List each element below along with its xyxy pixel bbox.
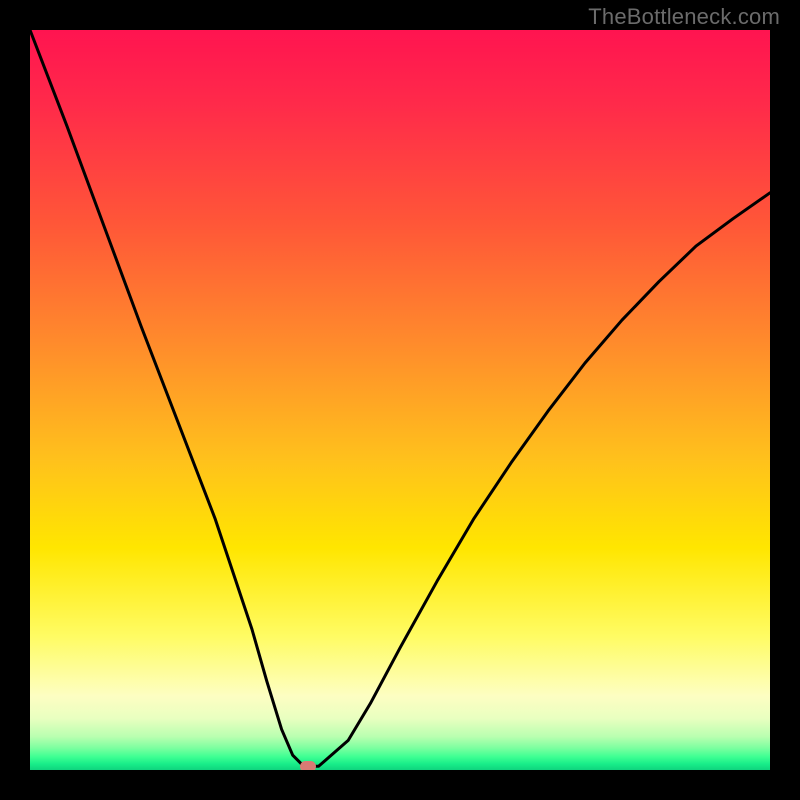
min-marker [300, 761, 316, 770]
chart-frame: TheBottleneck.com [0, 0, 800, 800]
watermark-text: TheBottleneck.com [588, 4, 780, 30]
bottleneck-curve [30, 30, 770, 766]
plot-area [30, 30, 770, 770]
curve-layer [30, 30, 770, 770]
